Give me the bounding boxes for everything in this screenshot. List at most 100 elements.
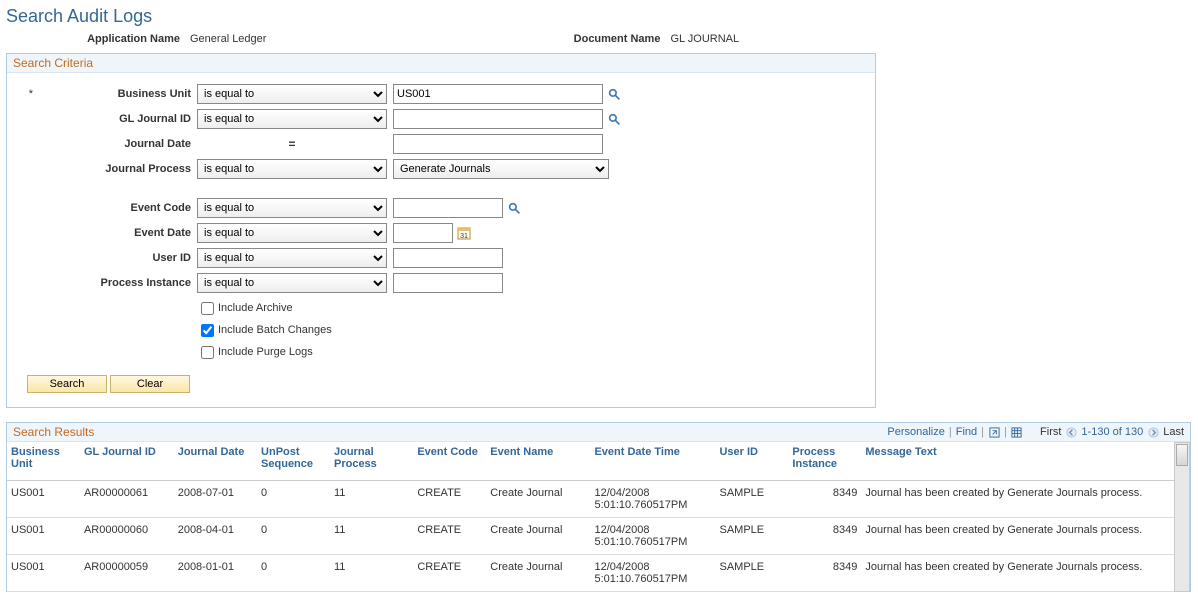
page-title: Search Audit Logs [6, 6, 1192, 27]
results-table: Business Unit GL Journal ID Journal Date… [7, 442, 1174, 592]
cell-ecode: CREATE [413, 518, 486, 555]
page-range: 1-130 of 130 [1081, 426, 1143, 438]
cell-jid: AR00000060 [80, 518, 174, 555]
process-instance-input[interactable] [393, 273, 503, 293]
cell-pi: 8349 [788, 481, 861, 518]
search-criteria-group: Search Criteria * Business Unit is equal… [6, 53, 876, 408]
cell-unpost: 0 [257, 555, 330, 592]
doc-name-value: GL JOURNAL [666, 33, 739, 45]
search-criteria-title: Search Criteria [7, 54, 875, 73]
event-date-input[interactable] [393, 223, 453, 243]
gl-journal-id-op[interactable]: is equal to [197, 109, 387, 129]
journal-process-label: Journal Process [37, 163, 197, 175]
lookup-icon[interactable] [607, 112, 621, 126]
cell-msg: Journal has been created by Generate Jou… [861, 555, 1174, 592]
search-button[interactable]: Search [27, 375, 107, 393]
user-id-input[interactable] [393, 248, 503, 268]
col-user-id[interactable]: User ID [715, 442, 788, 481]
journal-date-op: = [197, 137, 387, 151]
event-code-label: Event Code [37, 202, 197, 214]
cell-bu: US001 [7, 518, 80, 555]
lookup-icon[interactable] [507, 201, 521, 215]
process-instance-op[interactable]: is equal to [197, 273, 387, 293]
event-date-label: Event Date [37, 227, 197, 239]
cell-pi: 8349 [788, 518, 861, 555]
cell-jid: AR00000061 [80, 481, 174, 518]
cell-unpost: 0 [257, 518, 330, 555]
cell-bu: US001 [7, 481, 80, 518]
include-purge-checkbox[interactable] [201, 346, 214, 359]
gl-journal-id-input[interactable] [393, 109, 603, 129]
col-gl-journal-id[interactable]: GL Journal ID [80, 442, 174, 481]
event-date-op[interactable]: is equal to [197, 223, 387, 243]
business-unit-op[interactable]: is equal to [197, 84, 387, 104]
cell-pi: 8349 [788, 555, 861, 592]
col-unpost-sequence[interactable]: UnPost Sequence [257, 442, 330, 481]
cell-uid: SAMPLE [715, 555, 788, 592]
col-message-text[interactable]: Message Text [861, 442, 1174, 481]
find-link[interactable]: Find [956, 426, 977, 438]
cell-jproc: 11 [330, 555, 413, 592]
cell-jdate: 2008-07-01 [174, 481, 257, 518]
include-archive-label: Include Archive [218, 302, 293, 314]
personalize-link[interactable]: Personalize [887, 426, 944, 438]
include-archive-checkbox[interactable] [201, 302, 214, 315]
svg-text:31: 31 [460, 233, 468, 240]
app-name-value: General Ledger [186, 33, 266, 45]
app-name-label: Application Name [6, 33, 186, 45]
calendar-icon[interactable]: 31 [457, 226, 471, 240]
cell-msg: Journal has been created by Generate Jou… [861, 518, 1174, 555]
col-journal-process[interactable]: Journal Process [330, 442, 413, 481]
table-row: US001AR000000602008-04-01011CREATECreate… [7, 518, 1174, 555]
doc-name-label: Document Name [566, 33, 666, 45]
cell-unpost: 0 [257, 481, 330, 518]
lookup-icon[interactable] [607, 87, 621, 101]
cell-ename: Create Journal [486, 481, 590, 518]
col-process-instance[interactable]: Process Instance [788, 442, 861, 481]
cell-jid: AR00000059 [80, 555, 174, 592]
cell-ecode: CREATE [413, 555, 486, 592]
event-code-op[interactable]: is equal to [197, 198, 387, 218]
grid-icon[interactable] [1011, 426, 1023, 438]
cell-jdate: 2008-01-01 [174, 555, 257, 592]
col-event-name[interactable]: Event Name [486, 442, 590, 481]
col-event-code[interactable]: Event Code [413, 442, 486, 481]
journal-date-input[interactable] [393, 134, 603, 154]
scrollbar-thumb[interactable] [1176, 444, 1188, 466]
next-icon[interactable] [1147, 426, 1159, 438]
cell-jproc: 11 [330, 481, 413, 518]
business-unit-label: Business Unit [37, 88, 197, 100]
include-purge-label: Include Purge Logs [218, 346, 313, 358]
business-unit-input[interactable] [393, 84, 603, 104]
last-link[interactable]: Last [1163, 426, 1184, 438]
search-results-title: Search Results [13, 425, 94, 439]
header-info: Application Name General Ledger Document… [6, 33, 1192, 45]
zoom-icon[interactable] [988, 426, 1000, 438]
required-marker: * [17, 88, 37, 100]
cell-edt: 12/04/2008 5:01:10.760517PM [590, 555, 715, 592]
cell-jproc: 11 [330, 518, 413, 555]
col-event-date-time[interactable]: Event Date Time [590, 442, 715, 481]
prev-icon[interactable] [1065, 426, 1077, 438]
table-row: US001AR000000592008-01-01011CREATECreate… [7, 555, 1174, 592]
cell-bu: US001 [7, 555, 80, 592]
cell-edt: 12/04/2008 5:01:10.760517PM [590, 518, 715, 555]
cell-uid: SAMPLE [715, 481, 788, 518]
col-business-unit[interactable]: Business Unit [7, 442, 80, 481]
scrollbar[interactable] [1174, 442, 1190, 592]
col-journal-date[interactable]: Journal Date [174, 442, 257, 481]
search-results-group: Search Results Personalize | Find | | Fi… [6, 422, 1191, 592]
cell-edt: 12/04/2008 5:01:10.760517PM [590, 481, 715, 518]
table-row: US001AR000000612008-07-01011CREATECreate… [7, 481, 1174, 518]
gl-journal-id-label: GL Journal ID [37, 113, 197, 125]
event-code-input[interactable] [393, 198, 503, 218]
journal-process-op[interactable]: is equal to [197, 159, 387, 179]
user-id-op[interactable]: is equal to [197, 248, 387, 268]
first-link[interactable]: First [1040, 426, 1061, 438]
cell-msg: Journal has been created by Generate Jou… [861, 481, 1174, 518]
clear-button[interactable]: Clear [110, 375, 190, 393]
include-batch-checkbox[interactable] [201, 324, 214, 337]
cell-uid: SAMPLE [715, 518, 788, 555]
journal-process-value[interactable]: Generate Journals [393, 159, 609, 179]
journal-date-label: Journal Date [37, 138, 197, 150]
